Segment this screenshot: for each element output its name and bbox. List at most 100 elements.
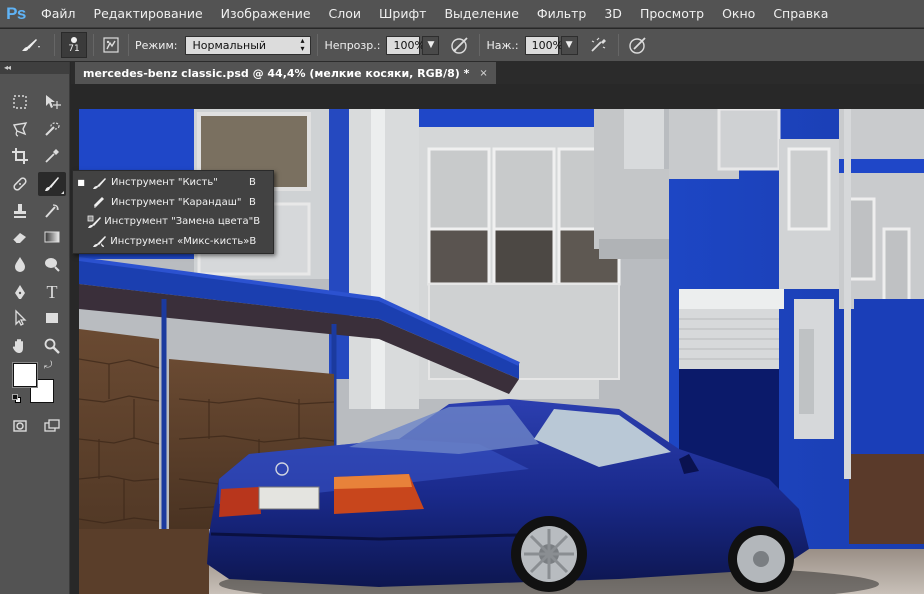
chevron-down-icon: ▼ bbox=[427, 40, 435, 50]
menu-type[interactable]: Шрифт bbox=[370, 0, 435, 28]
pencil-icon bbox=[89, 194, 111, 210]
dodge-tool[interactable] bbox=[38, 252, 66, 276]
pen-icon bbox=[15, 285, 25, 299]
gradient-icon bbox=[44, 231, 60, 243]
eyedropper-icon bbox=[45, 149, 59, 163]
eyedropper-tool[interactable] bbox=[38, 144, 66, 168]
menu-view[interactable]: Просмотр bbox=[631, 0, 713, 28]
opacity-label: Непрозр.: bbox=[324, 38, 381, 52]
opacity-pressure-toggle[interactable] bbox=[447, 36, 473, 54]
menu-select[interactable]: Выделение bbox=[435, 0, 527, 28]
menu-file[interactable]: Файл bbox=[32, 0, 85, 28]
brush-panel-toggle[interactable] bbox=[100, 37, 122, 53]
separator bbox=[479, 34, 481, 56]
brush-tip-preview bbox=[71, 36, 77, 43]
history-brush-tool[interactable] bbox=[38, 199, 66, 223]
healing-brush-tool[interactable] bbox=[6, 172, 34, 196]
swap-colors-icon[interactable]: ⤾ bbox=[44, 360, 52, 371]
screen-mode-button[interactable] bbox=[38, 414, 66, 438]
shortcut-key: B bbox=[249, 235, 257, 247]
hand-tool[interactable] bbox=[6, 334, 34, 358]
opacity-input[interactable]: 100% bbox=[386, 35, 425, 55]
menu-image[interactable]: Изображение bbox=[212, 0, 320, 28]
quick-mask-icon bbox=[13, 420, 27, 432]
flyout-item-mixer-brush[interactable]: Инструмент «Микс-кисть» B bbox=[73, 232, 273, 252]
mode-label: Режим: bbox=[135, 38, 178, 52]
rectangle-tool[interactable] bbox=[38, 306, 66, 330]
default-colors-icon[interactable] bbox=[12, 394, 22, 404]
flyout-item-pencil[interactable]: Инструмент "Карандаш" B bbox=[73, 193, 273, 213]
flyout-item-label: Инструмент "Замена цвета" bbox=[104, 216, 254, 228]
gradient-tool[interactable] bbox=[38, 225, 66, 249]
eraser-tool[interactable] bbox=[6, 225, 34, 249]
menu-layer[interactable]: Слои bbox=[320, 0, 371, 28]
crop-icon bbox=[12, 148, 28, 164]
tool-preset-picker[interactable] bbox=[14, 37, 48, 53]
blend-mode-select[interactable]: Нормальный ▴ ▾ bbox=[185, 35, 312, 55]
bandage-icon bbox=[13, 177, 27, 191]
canvas-area[interactable] bbox=[71, 84, 924, 594]
tablet-pressure-icon bbox=[451, 37, 469, 54]
rect-marquee-icon bbox=[13, 95, 27, 109]
toolbox-collapse-button[interactable]: ◂◂ bbox=[0, 62, 69, 74]
chevron-down-icon: ▼ bbox=[565, 40, 573, 50]
move-tool[interactable] bbox=[38, 90, 66, 114]
size-pressure-toggle[interactable] bbox=[625, 36, 651, 54]
blend-mode-value: Нормальный bbox=[192, 38, 267, 52]
foreground-color-swatch[interactable] bbox=[13, 363, 37, 387]
selected-bullet-icon: ■ bbox=[77, 178, 85, 188]
brush-tool[interactable] bbox=[38, 172, 66, 196]
flow-slider-toggle[interactable]: ▼ bbox=[560, 35, 578, 55]
brush-size-value: 71 bbox=[68, 43, 80, 54]
separator bbox=[54, 34, 55, 56]
menu-3d[interactable]: 3D bbox=[595, 0, 631, 28]
marquee-tool[interactable] bbox=[6, 90, 34, 114]
crop-tool[interactable] bbox=[6, 144, 34, 168]
pen-tool[interactable] bbox=[6, 280, 34, 304]
mixer-brush-icon bbox=[89, 233, 111, 249]
flyout-item-label: Инструмент "Карандаш" bbox=[111, 196, 242, 208]
airbrush-icon bbox=[590, 37, 606, 52]
brush-icon bbox=[89, 175, 111, 191]
stamp-icon bbox=[14, 204, 26, 218]
path-selection-tool[interactable] bbox=[6, 306, 34, 330]
dodge-icon bbox=[45, 258, 60, 272]
lasso-tool[interactable] bbox=[6, 117, 34, 141]
menu-edit[interactable]: Редактирование bbox=[85, 0, 212, 28]
close-icon[interactable]: × bbox=[479, 68, 487, 79]
options-bar: 71 Режим: Нормальный ▴ ▾ Непрозр.: 100% ▼… bbox=[0, 29, 924, 62]
app-logo: Ps bbox=[6, 3, 26, 23]
separator bbox=[317, 34, 319, 56]
separator bbox=[128, 34, 129, 56]
updown-arrows-icon: ▴ ▾ bbox=[300, 36, 305, 53]
shortcut-key: B bbox=[253, 216, 261, 228]
menu-window[interactable]: Окно bbox=[713, 0, 764, 28]
type-tool[interactable]: T bbox=[38, 280, 66, 304]
document-tab[interactable]: mercedes-benz classic.psd @ 44,4% (мелки… bbox=[75, 62, 496, 84]
quick-selection-tool[interactable] bbox=[38, 117, 66, 141]
document-tab-bar: mercedes-benz classic.psd @ 44,4% (мелки… bbox=[71, 62, 924, 84]
menu-filter[interactable]: Фильтр bbox=[528, 0, 595, 28]
pressure-label: Наж.: bbox=[486, 38, 519, 52]
hand-icon bbox=[12, 339, 23, 353]
shortcut-key: B bbox=[249, 177, 256, 189]
brush-tool-flyout: ■ Инструмент "Кисть" B Инструмент "Каран… bbox=[72, 170, 274, 254]
menu-help[interactable]: Справка bbox=[764, 0, 837, 28]
arrow-pointer-icon bbox=[15, 309, 27, 326]
airbrush-toggle[interactable] bbox=[586, 36, 612, 54]
opacity-slider-toggle[interactable]: ▼ bbox=[422, 35, 440, 55]
flyout-item-color-replacement[interactable]: Инструмент "Замена цвета" B bbox=[73, 212, 273, 232]
clone-stamp-tool[interactable] bbox=[6, 199, 34, 223]
flyout-item-brush[interactable]: ■ Инструмент "Кисть" B bbox=[73, 173, 273, 193]
type-icon: T bbox=[46, 281, 58, 302]
brush-panel-icon bbox=[103, 37, 119, 53]
rectangle-shape-icon bbox=[46, 313, 58, 323]
zoom-tool[interactable] bbox=[38, 334, 66, 358]
shortcut-key: B bbox=[249, 196, 256, 208]
menu-bar: Ps Файл Редактирование Изображение Слои … bbox=[0, 0, 924, 28]
move-icon bbox=[46, 95, 61, 109]
flow-input[interactable]: 100% bbox=[524, 35, 563, 55]
blur-tool[interactable] bbox=[6, 252, 34, 276]
quick-mask-button[interactable] bbox=[6, 414, 34, 438]
brush-preset-picker[interactable]: 71 bbox=[61, 32, 87, 58]
